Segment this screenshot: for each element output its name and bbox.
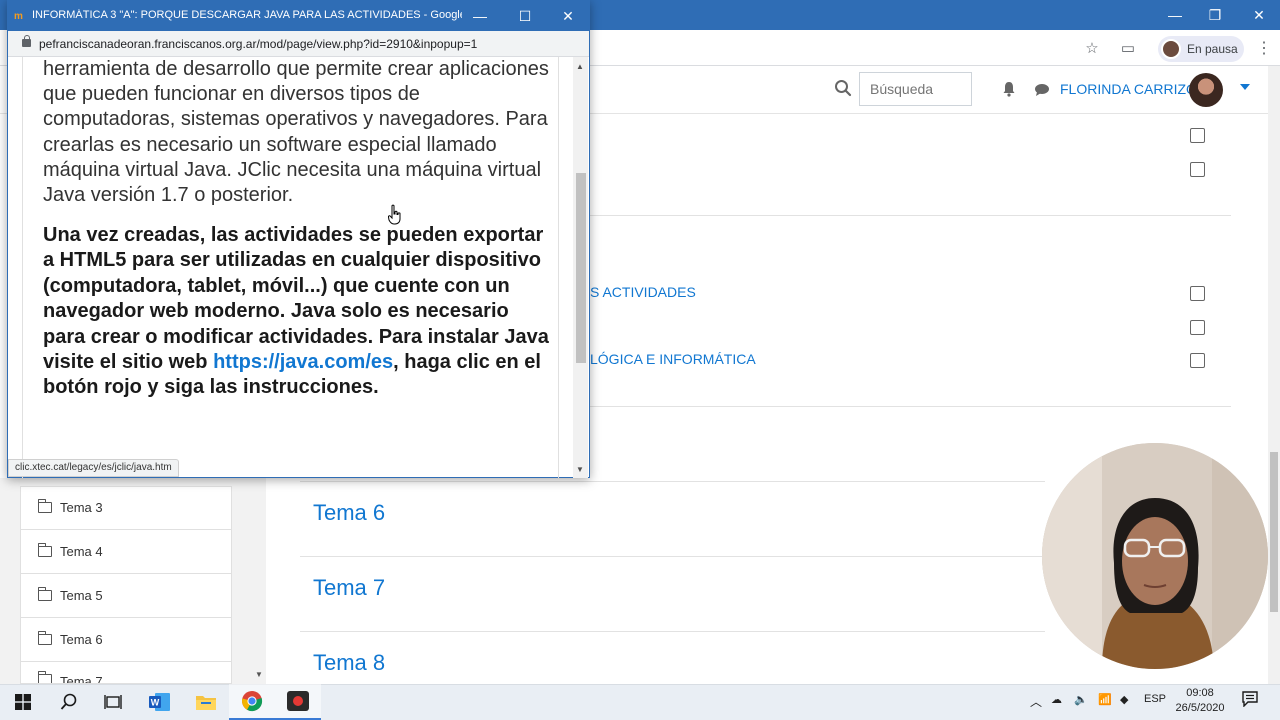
restore-button[interactable]: ❐: [1192, 4, 1238, 26]
drawer-item-label: Tema 3: [60, 500, 103, 515]
completion-checkbox[interactable]: [1190, 320, 1205, 335]
user-avatar[interactable]: [1189, 73, 1223, 107]
drawer-item-label: Tema 7: [60, 674, 103, 684]
section-divider: [300, 556, 1045, 557]
taskbar-search-button[interactable]: [46, 684, 92, 720]
section-divider: [590, 215, 1231, 216]
folder-icon: [37, 587, 52, 601]
word-taskbar-button[interactable]: W: [137, 684, 183, 720]
drawer-item-tema-6[interactable]: Tema 6: [20, 618, 232, 662]
section-divider: [300, 631, 1045, 632]
completion-checkbox[interactable]: [1190, 286, 1205, 301]
drawer-item-label: Tema 6: [60, 632, 103, 647]
folder-icon: [37, 671, 52, 683]
drawer-item-tema-4[interactable]: Tema 4: [20, 530, 232, 574]
folder-icon: [37, 631, 52, 645]
popup-minimize-button[interactable]: —: [460, 5, 500, 27]
screen-recorder-icon: [287, 691, 309, 711]
status-bar-url: clic.xtec.cat/legacy/es/jclic/java.htm: [8, 459, 179, 477]
page-scrollbar-thumb[interactable]: [1270, 452, 1278, 612]
folder-icon: [37, 543, 52, 557]
section-divider: [590, 406, 1231, 407]
popup-titlebar: m INFORMÁTICA 3 "A": PORQUE DESCARGAR JA…: [8, 1, 589, 31]
section-divider: [300, 481, 1045, 482]
drawer-item-tema-3[interactable]: Tema 3: [20, 486, 232, 530]
section-title[interactable]: Tema 7: [313, 575, 385, 601]
notifications-icon[interactable]: [1242, 691, 1258, 710]
file-explorer-taskbar-button[interactable]: [183, 684, 229, 720]
recorder-taskbar-button[interactable]: [275, 684, 321, 720]
search-icon[interactable]: [834, 79, 852, 97]
section-title[interactable]: Tema 8: [313, 650, 385, 676]
java-link[interactable]: https://java.com/es: [213, 351, 393, 373]
popup-scrollbar-thumb[interactable]: [576, 173, 586, 363]
popup-close-button[interactable]: ✕: [548, 5, 588, 27]
lock-icon: [22, 35, 31, 47]
user-menu-caret-icon[interactable]: [1240, 84, 1250, 90]
onedrive-icon[interactable]: ☁: [1051, 693, 1062, 706]
site-favicon-icon: m: [14, 11, 23, 22]
body-paragraph: herramienta de desarrollo que permite cr…: [43, 58, 549, 207]
chat-icon[interactable]: [1034, 83, 1050, 97]
profile-avatar: [1161, 39, 1181, 59]
popup-window: m INFORMÁTICA 3 "A": PORQUE DESCARGAR JA…: [7, 0, 590, 478]
task-view-button[interactable]: [90, 684, 136, 720]
word-icon: W: [149, 693, 170, 711]
section-title[interactable]: Tema 6: [313, 500, 385, 526]
folder-explorer-icon: [196, 696, 216, 710]
body-paragraph-bold: Una vez creadas, las actividades se pued…: [43, 223, 553, 401]
completion-checkbox[interactable]: [1190, 162, 1205, 177]
activity-link[interactable]: LÓGICA E INFORMÁTICA: [590, 351, 756, 367]
wifi-icon[interactable]: 📶: [1098, 693, 1112, 706]
page-body: herramienta de desarrollo que permite cr…: [22, 57, 559, 478]
chrome-icon: [242, 691, 263, 712]
action-center-icon: [1242, 691, 1258, 708]
popup-url[interactable]: pefranciscanadeoran.franciscanos.org.ar/…: [39, 37, 477, 51]
search-input[interactable]: [859, 72, 972, 106]
folder-icon: [37, 499, 52, 513]
svg-text:W: W: [151, 698, 160, 708]
chrome-taskbar-button[interactable]: [229, 684, 275, 720]
show-hidden-icons-button[interactable]: ︿: [1030, 693, 1042, 710]
cast-icon[interactable]: ▭: [1118, 39, 1138, 59]
user-name[interactable]: FLORINDA CARRIZO: [1060, 81, 1197, 97]
windows-start-button[interactable]: [0, 684, 46, 720]
popup-maximize-button[interactable]: ☐: [505, 5, 545, 27]
drawer-scroll-down-icon[interactable]: ▼: [255, 670, 263, 679]
hand-cursor-icon: [388, 204, 401, 225]
taskbar-clock[interactable]: 09:08 26/5/2020: [1175, 686, 1225, 716]
drawer-item-label: Tema 5: [60, 588, 103, 603]
profile-status: En pausa: [1187, 42, 1238, 56]
bookmark-star-icon[interactable]: ☆: [1082, 39, 1102, 59]
popup-address-bar[interactable]: pefranciscanadeoran.franciscanos.org.ar/…: [8, 31, 589, 57]
profile-chip[interactable]: En pausa: [1158, 36, 1244, 62]
scroll-down-icon[interactable]: ▼: [576, 465, 584, 474]
completion-checkbox[interactable]: [1190, 353, 1205, 368]
drawer-item-label: Tema 4: [60, 544, 103, 559]
scroll-up-icon[interactable]: ▲: [576, 62, 584, 71]
windows-logo-icon: [15, 694, 31, 710]
dropbox-icon[interactable]: ◆: [1120, 693, 1128, 706]
popup-content: herramienta de desarrollo que permite cr…: [8, 57, 574, 478]
webcam-person-image: [1042, 443, 1268, 669]
popup-title: INFORMÁTICA 3 "A": PORQUE DESCARGAR JAVA…: [32, 9, 462, 21]
magnifier-icon: [60, 693, 77, 710]
activity-link[interactable]: S ACTIVIDADES: [590, 284, 696, 300]
drawer-item-tema-7[interactable]: Tema 7: [20, 662, 232, 684]
drawer-item-tema-5[interactable]: Tema 5: [20, 574, 232, 618]
clock-time: 09:08: [1186, 687, 1214, 699]
bell-icon[interactable]: [1001, 81, 1017, 97]
task-view-icon: [104, 695, 122, 709]
webcam-overlay: [1042, 443, 1268, 669]
browser-menu-icon[interactable]: ⋮: [1256, 40, 1272, 58]
language-indicator[interactable]: ESP: [1144, 693, 1166, 705]
completion-checkbox[interactable]: [1190, 128, 1205, 143]
close-button[interactable]: ✕: [1236, 4, 1280, 26]
volume-icon[interactable]: 🔈: [1074, 693, 1088, 706]
clock-date: 26/5/2020: [1175, 702, 1225, 714]
